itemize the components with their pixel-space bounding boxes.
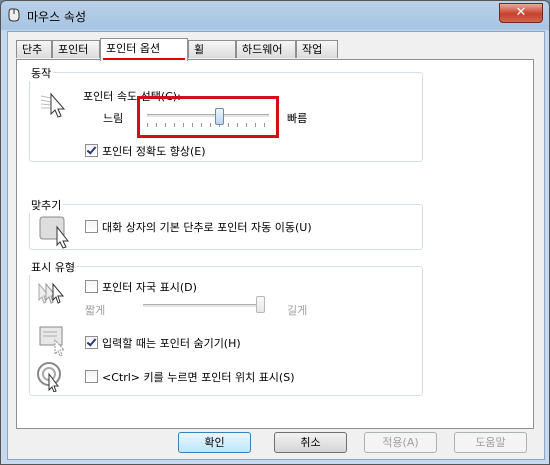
long-label: 길게 — [287, 304, 308, 317]
slider-track — [143, 304, 265, 308]
active-tab-underline — [103, 58, 185, 60]
tab-hardware[interactable]: 하드웨어 — [236, 40, 296, 58]
mouse-properties-window: 마우스 속성 ✕ 단추 포인터 포인터 옵션 휠 하드웨어 작업 동작 포인터 … — [0, 0, 550, 465]
pointer-trails-icon — [38, 282, 65, 304]
tab-label: 단추 — [22, 43, 43, 56]
snap-to-default-checkbox[interactable]: 대화 상자의 기본 단추로 포인터 자동 이동(U) — [85, 220, 312, 234]
ok-button[interactable]: 확인 — [178, 432, 251, 453]
hide-while-typing-checkbox[interactable]: 입력할 때는 포인터 숨기기(H) — [85, 336, 241, 350]
help-button[interactable]: 도움말 — [454, 432, 527, 453]
cancel-button[interactable]: 취소 — [274, 432, 347, 453]
slider-thumb[interactable] — [256, 296, 265, 313]
pointer-trails-slider[interactable] — [143, 296, 265, 320]
short-label: 짧게 — [85, 304, 106, 317]
tab-pointers[interactable]: 포인터 — [52, 40, 100, 58]
pointer-trails-checkbox[interactable]: 포인터 자국 표시(D) — [85, 280, 197, 294]
dialog-client: 단추 포인터 포인터 옵션 휠 하드웨어 작업 동작 포인터 속도 선택(C):… — [7, 31, 545, 460]
tab-label: 하드웨어 — [242, 43, 283, 56]
fast-label: 빠름 — [287, 112, 308, 125]
tab-label: 포인터 — [58, 43, 89, 56]
tab-buttons[interactable]: 단추 — [16, 40, 52, 58]
checkbox-box[interactable] — [85, 336, 98, 349]
pointer-speed-icon — [40, 92, 66, 118]
checkbox-box[interactable] — [85, 370, 98, 383]
checkbox-label: 대화 상자의 기본 단추로 포인터 자동 이동(U) — [102, 221, 312, 234]
snap-to-group-label: 맞추기 — [29, 197, 64, 213]
title-bar[interactable]: 마우스 속성 ✕ — [1, 1, 549, 31]
show-location-ctrl-checkbox[interactable]: <Ctrl> 키를 누르면 포인터 위치 표시(S) — [85, 370, 295, 384]
apply-button[interactable]: 적용(A) — [364, 432, 437, 453]
visibility-group-label: 표시 유형 — [29, 259, 77, 275]
tab-label: 작업 — [302, 43, 323, 56]
tab-wheel[interactable]: 휠 — [188, 40, 236, 58]
pointer-options-panel: 동작 포인터 속도 선택(C): 느림 빠름 포인터 정확도 향상(E) 맞추기 — [16, 59, 534, 429]
checkbox-label: 포인터 자국 표시(D) — [102, 281, 197, 294]
checkbox-box[interactable] — [85, 144, 98, 157]
slider-ticks — [147, 123, 269, 127]
checkbox-box[interactable] — [85, 220, 98, 233]
hide-while-typing-icon — [39, 326, 66, 357]
tab-activities[interactable]: 작업 — [296, 40, 338, 58]
tab-pointer-options[interactable]: 포인터 옵션 — [100, 38, 188, 61]
pointer-speed-slider[interactable] — [147, 104, 269, 132]
checkbox-label: 입력할 때는 포인터 숨기기(H) — [102, 337, 241, 350]
tab-label: 휠 — [194, 43, 205, 56]
show-location-ctrl-icon — [37, 362, 61, 392]
snap-to-button-icon — [39, 216, 70, 249]
window-title: 마우스 속성 — [27, 10, 87, 24]
close-button[interactable]: ✕ — [499, 3, 543, 23]
enhance-precision-checkbox[interactable]: 포인터 정확도 향상(E) — [85, 144, 206, 158]
motion-group-label: 동작 — [29, 65, 54, 81]
close-icon: ✕ — [515, 5, 527, 20]
slider-track — [147, 114, 269, 118]
checkbox-label: <Ctrl> 키를 누르면 포인터 위치 표시(S) — [102, 371, 295, 384]
slow-label: 느림 — [103, 112, 124, 125]
mouse-icon — [8, 8, 20, 22]
checkbox-label: 포인터 정확도 향상(E) — [102, 145, 206, 158]
tab-label: 포인터 옵션 — [106, 42, 161, 55]
checkbox-box[interactable] — [85, 280, 98, 293]
slider-thumb[interactable] — [215, 108, 224, 125]
